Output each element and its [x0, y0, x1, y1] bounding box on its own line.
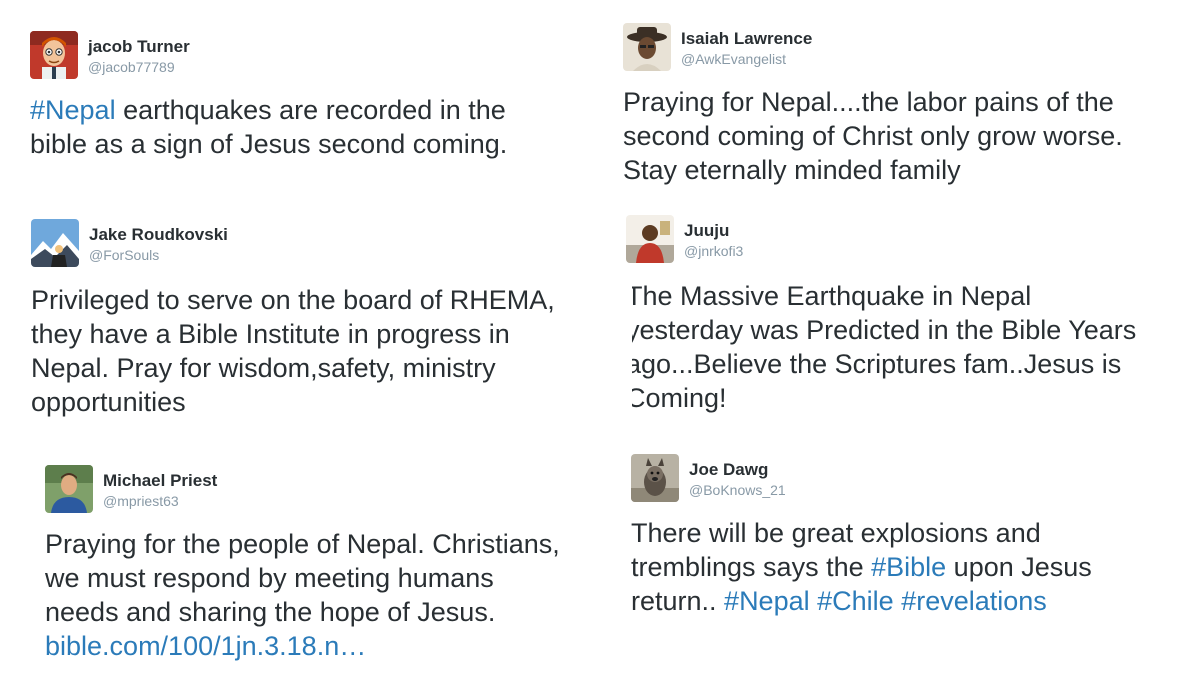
tweet-text-body: Praying for the people of Nepal. Christi…	[45, 529, 560, 627]
tweet-header: Jake Roudkovski @ForSouls	[31, 219, 601, 271]
tweet-text-clip: The Massive Earthquake in Nepal yesterda…	[632, 279, 1186, 415]
tweet-header: Isaiah Lawrence @AwkEvangelist	[623, 23, 1183, 75]
hashtag-link[interactable]: #Bible	[871, 552, 946, 582]
tweet-header: Juuju @jnrkofi3	[626, 215, 1186, 267]
hat-person-avatar-icon	[623, 23, 671, 71]
tweet-jake-roudkovski: Jake Roudkovski @ForSouls Privileged to …	[31, 219, 601, 419]
tweet-link[interactable]: bible.com/100/1jn.3.18.n…	[45, 631, 366, 661]
user-handle[interactable]: @ForSouls	[89, 247, 159, 263]
display-name[interactable]: Juuju	[684, 221, 729, 241]
tweet-text: Praying for Nepal....the labor pains of …	[623, 87, 1123, 185]
tweet-text-line: tremblings says the	[631, 552, 872, 582]
mountain-avatar-icon	[31, 219, 79, 267]
tweet-text: Privileged to serve on the board of RHEM…	[31, 285, 555, 417]
display-name[interactable]: jacob Turner	[88, 37, 190, 57]
tweet-jacob-turner: jacob Turner @jacob77789 #Nepal earthqua…	[30, 31, 590, 161]
display-name[interactable]: Jake Roudkovski	[89, 225, 228, 245]
avatar[interactable]	[45, 465, 93, 513]
avatar[interactable]	[631, 454, 679, 502]
tweet-header: jacob Turner @jacob77789	[30, 31, 590, 83]
display-name[interactable]: Isaiah Lawrence	[681, 29, 812, 49]
dog-avatar-icon	[631, 454, 679, 502]
cartoon-avatar-icon	[30, 31, 78, 79]
tweet-text: The Massive Earthquake in Nepal yesterda…	[632, 281, 1137, 413]
tweet-text: There will be great explosions and tremb…	[631, 516, 1191, 618]
user-handle[interactable]: @mpriest63	[103, 493, 179, 509]
tweet-text: #Nepal earthquakes are recorded in the b…	[30, 93, 590, 161]
tweet-michael-priest: Michael Priest @mpriest63 Praying for th…	[45, 465, 605, 663]
tweet-header: Michael Priest @mpriest63	[45, 465, 605, 517]
hashtag-link[interactable]: #Nepal	[30, 95, 116, 125]
avatar[interactable]	[30, 31, 78, 79]
avatar[interactable]	[31, 219, 79, 267]
user-handle[interactable]: @AwkEvangelist	[681, 51, 786, 67]
user-handle[interactable]: @jacob77789	[88, 59, 175, 75]
person-red-avatar-icon	[626, 215, 674, 263]
hashtag-link[interactable]: #Chile	[817, 586, 894, 616]
display-name[interactable]: Michael Priest	[103, 471, 217, 491]
tweet-isaiah-lawrence: Isaiah Lawrence @AwkEvangelist Praying f…	[623, 23, 1183, 187]
tweet-text: Praying for the people of Nepal. Christi…	[45, 527, 605, 663]
tweet-joe-dawg: Joe Dawg @BoKnows_21 There will be great…	[631, 454, 1191, 618]
tweet-text-line: upon Jesus	[946, 552, 1092, 582]
tweet-text-line: There will be great explosions and	[631, 518, 1041, 548]
user-handle[interactable]: @jnrkofi3	[684, 243, 743, 259]
tweet-header: Joe Dawg @BoKnows_21	[631, 454, 1191, 506]
avatar[interactable]	[626, 215, 674, 263]
tweet-text-line: return..	[631, 586, 725, 616]
avatar[interactable]	[623, 23, 671, 71]
hashtag-link[interactable]: #revelations	[901, 586, 1047, 616]
display-name[interactable]: Joe Dawg	[689, 460, 768, 480]
user-handle[interactable]: @BoKnows_21	[689, 482, 786, 498]
man-blue-shirt-avatar-icon	[45, 465, 93, 513]
tweet-juuju: Juuju @jnrkofi3 The Massive Earthquake i…	[626, 215, 1186, 415]
hashtag-link[interactable]: #Nepal	[724, 586, 810, 616]
